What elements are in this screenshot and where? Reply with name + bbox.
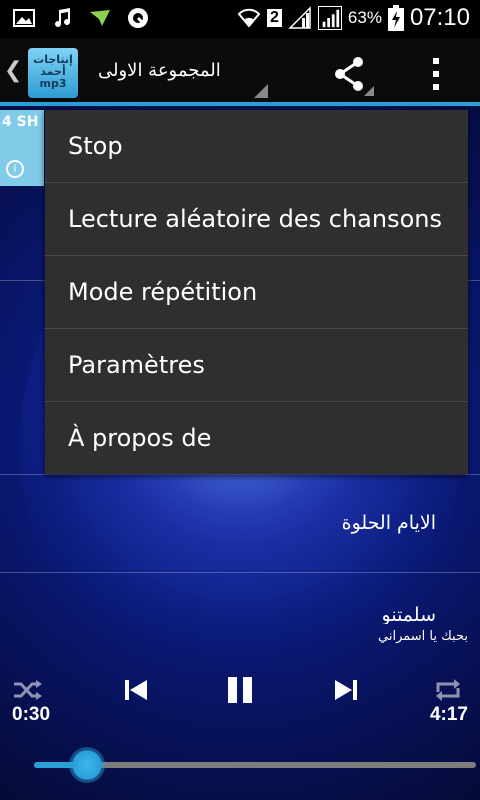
song-title[interactable]: سلمتنو	[382, 604, 436, 624]
shuffle-icon[interactable]	[12, 674, 44, 706]
status-bar: 2 63% 07:10	[0, 0, 480, 38]
playlist-title[interactable]: المجموعة الاولى	[98, 60, 221, 81]
gallery-icon	[13, 9, 35, 27]
song-title[interactable]: الايام الحلوة	[342, 512, 436, 534]
skip-previous-icon[interactable]	[120, 674, 152, 706]
wifi-icon	[237, 8, 261, 28]
elapsed-time: 0:30	[12, 704, 51, 725]
spinner-indicator	[254, 84, 268, 98]
logo-text: إنتاجات أحمد mp3	[33, 53, 73, 90]
app-logo[interactable]: إنتاجات أحمد mp3	[28, 48, 78, 98]
total-duration: 4:17	[429, 704, 468, 725]
menu-item-shuffle[interactable]: Lecture aléatoire des chansons	[45, 183, 468, 256]
headset-icon	[128, 8, 148, 28]
menu-item-about[interactable]: À propos de	[45, 402, 468, 475]
tab-label: 4 SH	[2, 114, 39, 130]
chevron-left-icon[interactable]: ❮	[4, 58, 22, 83]
share-spinner-indicator	[364, 86, 374, 96]
action-bar: ❮ إنتاجات أحمد mp3 المجموعة الاولى	[0, 38, 480, 106]
menu-item-stop[interactable]: Stop	[45, 110, 468, 183]
overflow-menu-icon[interactable]	[428, 54, 444, 94]
share-icon[interactable]	[332, 54, 368, 94]
sim-slot-badge: 2	[267, 9, 282, 27]
menu-item-label: Paramètres	[68, 351, 205, 379]
status-time: 07:10	[409, 4, 470, 31]
menu-item-label: Mode répétition	[68, 278, 258, 306]
list-divider	[0, 572, 480, 573]
menu-item-repeat-mode[interactable]: Mode répétition	[45, 256, 468, 329]
music-icon	[55, 8, 71, 28]
download-icon	[90, 10, 110, 26]
overflow-menu: Stop Lecture aléatoire des chansons Mode…	[45, 110, 468, 474]
menu-item-label: Stop	[68, 132, 123, 160]
menu-item-settings[interactable]: Paramètres	[45, 329, 468, 402]
menu-item-label: À propos de	[68, 424, 212, 452]
skip-next-icon[interactable]	[330, 674, 362, 706]
now-playing-title: بحبك يا اسمراني	[378, 629, 468, 644]
battery-percent: 63%	[347, 8, 382, 27]
battery-charging-icon	[387, 5, 404, 31]
signal-icon	[317, 6, 342, 30]
seek-bar-thumb[interactable]	[69, 747, 106, 783]
menu-item-label: Lecture aléatoire des chansons	[68, 205, 442, 233]
signal-icon	[288, 6, 311, 29]
repeat-icon[interactable]	[432, 674, 464, 706]
info-icon[interactable]: i	[6, 160, 24, 178]
pause-icon[interactable]	[224, 674, 256, 706]
